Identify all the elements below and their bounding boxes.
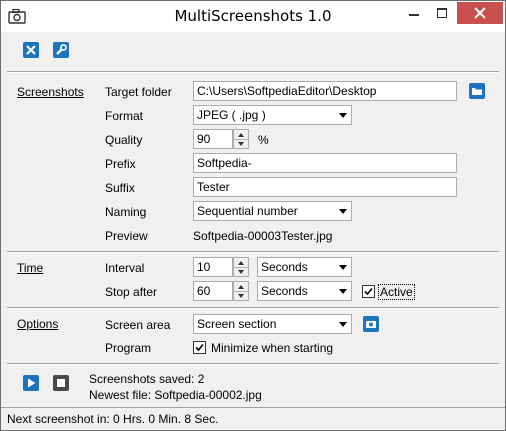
format-select[interactable]: JPEG ( .jpg ) — [193, 105, 352, 125]
stop-icon[interactable] — [52, 374, 70, 392]
interval-stepper[interactable] — [233, 257, 249, 277]
checkmark-icon — [195, 343, 204, 352]
wrench-icon[interactable] — [52, 41, 70, 59]
spin-down-icon[interactable] — [234, 267, 248, 276]
minimize-checkbox[interactable] — [193, 341, 206, 354]
x-icon[interactable] — [22, 41, 40, 59]
stop-after-input[interactable]: 60 — [193, 281, 233, 301]
play-icon[interactable] — [22, 374, 40, 392]
target-folder-input[interactable]: C:\Users\SoftpediaEditor\Desktop — [193, 81, 457, 101]
screen-area-value: Screen section — [197, 317, 277, 331]
close-button[interactable] — [457, 2, 503, 24]
toolbar-separator — [7, 71, 499, 73]
quality-unit: % — [258, 133, 269, 147]
quality-stepper[interactable] — [233, 129, 249, 149]
target-folder-label: Target folder — [105, 85, 172, 99]
chevron-down-icon — [334, 106, 351, 124]
active-checkbox[interactable] — [362, 285, 375, 298]
spin-down-icon[interactable] — [234, 291, 248, 300]
minimize-label[interactable]: Minimize when starting — [211, 341, 333, 355]
quality-label: Quality — [105, 133, 143, 147]
camera-capture-icon[interactable] — [362, 315, 380, 333]
section-screenshots: Screenshots — [17, 85, 84, 99]
active-label[interactable]: Active — [378, 284, 415, 300]
section-separator-1 — [7, 251, 499, 253]
stop-after-unit-select[interactable]: Seconds — [257, 281, 352, 301]
chevron-down-icon — [334, 202, 351, 220]
program-label: Program — [105, 341, 152, 355]
spin-down-icon[interactable] — [234, 139, 248, 148]
spin-up-icon[interactable] — [234, 130, 248, 139]
chevron-down-icon — [334, 258, 351, 276]
format-label: Format — [105, 109, 144, 123]
stop-after-label: Stop after — [105, 285, 158, 299]
next-screenshot-text: Next screenshot in: 0 Hrs. 0 Min. 8 Sec. — [7, 412, 219, 426]
minimize-icon — [409, 14, 419, 16]
screen-area-label: Screen area — [105, 318, 171, 332]
interval-label: Interval — [105, 261, 145, 275]
status-bar: Next screenshot in: 0 Hrs. 0 Min. 8 Sec. — [1, 407, 505, 430]
spin-up-icon[interactable] — [234, 258, 248, 267]
preview-value: Softpedia-00003Tester.jpg — [193, 229, 333, 243]
format-select-value: JPEG ( .jpg ) — [197, 108, 266, 122]
spin-up-icon[interactable] — [234, 282, 248, 291]
section-options: Options — [17, 317, 59, 331]
naming-select[interactable]: Sequential number — [193, 201, 352, 221]
folder-browse-icon[interactable] — [468, 82, 486, 100]
stop-after-unit-value: Seconds — [261, 284, 308, 298]
chevron-down-icon — [334, 315, 351, 333]
maximize-button[interactable] — [429, 2, 455, 24]
checkmark-icon — [364, 287, 373, 296]
preview-label: Preview — [105, 229, 148, 243]
maximize-icon — [437, 8, 447, 18]
naming-select-value: Sequential number — [197, 204, 298, 218]
naming-label: Naming — [105, 205, 147, 219]
prefix-input[interactable]: Softpedia- — [193, 153, 457, 173]
newest-file-text: Newest file: Softpedia-00002.jpg — [89, 388, 262, 402]
screen-area-select[interactable]: Screen section — [193, 314, 352, 334]
stop-after-stepper[interactable] — [233, 281, 249, 301]
close-icon — [474, 7, 486, 19]
interval-unit-select[interactable]: Seconds — [257, 257, 352, 277]
interval-input[interactable]: 10 — [193, 257, 233, 277]
section-separator-2 — [7, 307, 499, 309]
interval-unit-value: Seconds — [261, 260, 308, 274]
quality-input[interactable]: 90 — [193, 129, 233, 149]
title-bar: MultiScreenshots 1.0 — [1, 1, 505, 32]
main-window: MultiScreenshots 1.0 Screenshots Target … — [0, 0, 506, 431]
prefix-label: Prefix — [105, 157, 136, 171]
minimize-button[interactable] — [401, 2, 427, 24]
section-time: Time — [17, 261, 44, 275]
chevron-down-icon — [334, 282, 351, 300]
section-separator-3 — [7, 363, 499, 365]
screenshots-saved-text: Screenshots saved: 2 — [89, 372, 205, 386]
suffix-input[interactable]: Tester — [193, 177, 457, 197]
suffix-label: Suffix — [105, 181, 135, 195]
toolbar — [1, 32, 505, 70]
